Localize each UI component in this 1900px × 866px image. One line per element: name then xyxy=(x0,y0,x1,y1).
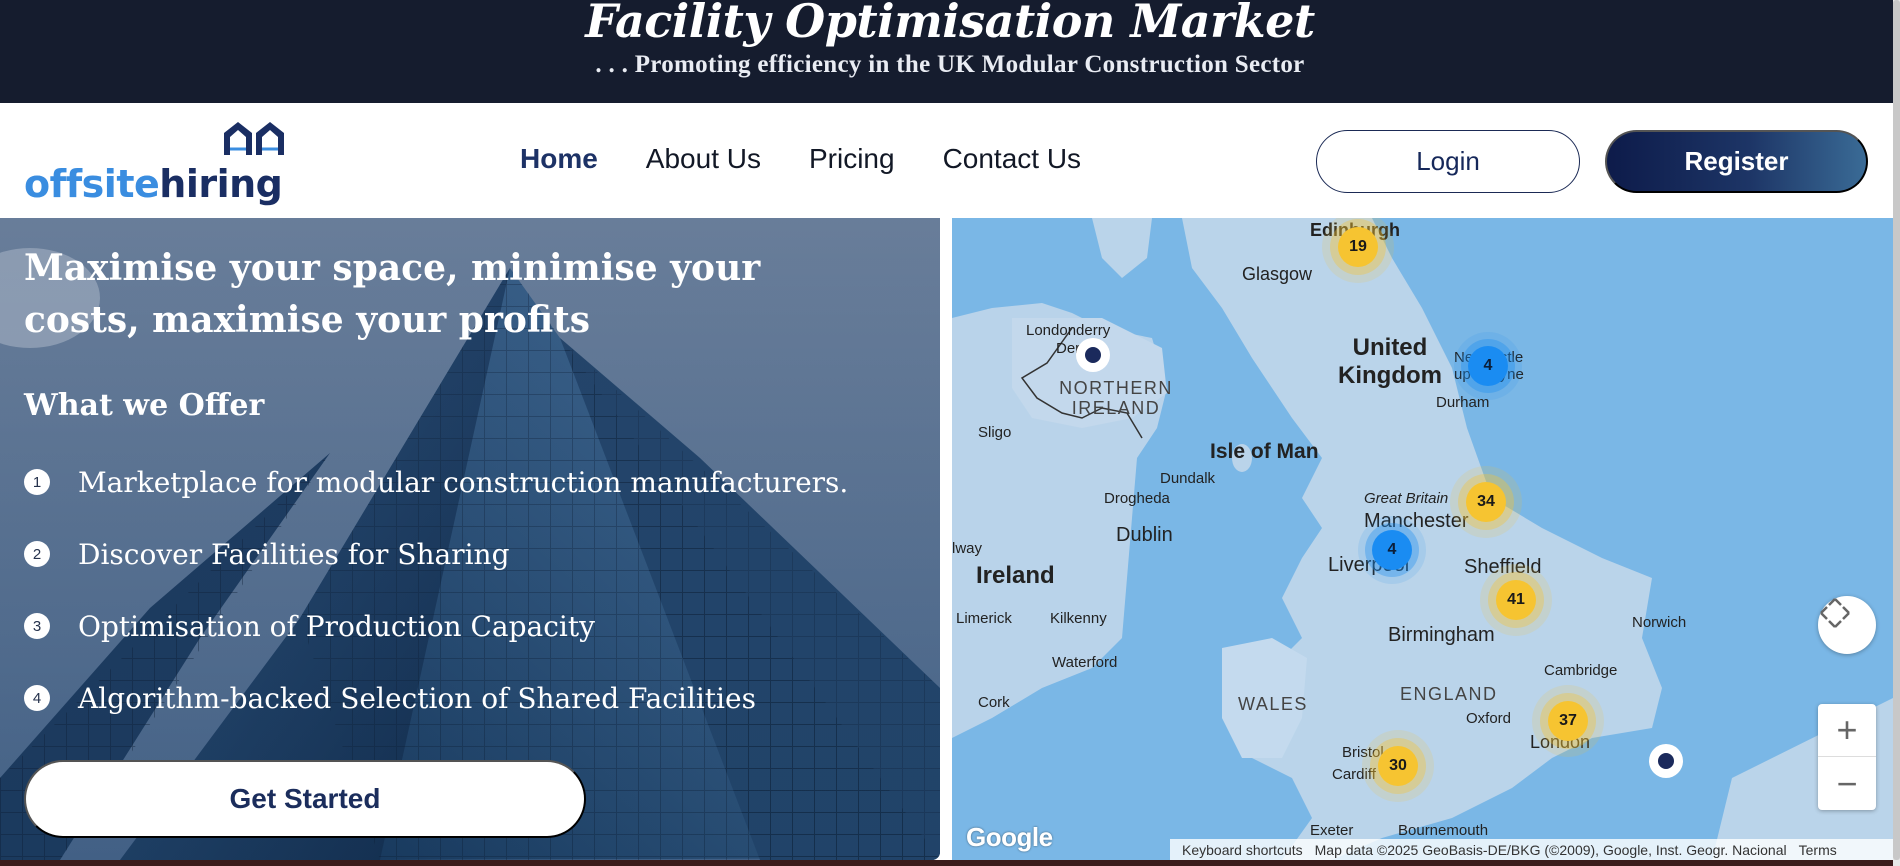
map-label-kilkenny: Kilkenny xyxy=(1050,610,1107,627)
google-logo: Google xyxy=(966,822,1053,852)
map-pan-control[interactable] xyxy=(1818,596,1876,654)
bottom-strip xyxy=(0,860,1893,866)
banner-subtitle: . . . Promoting efficiency in the UK Mod… xyxy=(595,51,1305,78)
offer-number-badge: 1 xyxy=(24,469,50,495)
offer-text: Optimisation of Production Capacity xyxy=(78,609,595,643)
nav-links: Home About Us Pricing Contact Us xyxy=(520,143,1129,175)
offer-item: 4 Algorithm-backed Selection of Shared F… xyxy=(24,678,756,718)
map-label-norwich: Norwich xyxy=(1632,614,1687,631)
keyboard-shortcuts-link[interactable]: Keyboard shortcuts xyxy=(1182,842,1303,858)
map-label-dublin: Dublin xyxy=(1116,524,1173,546)
map-label-wales: WALES xyxy=(1238,694,1308,714)
logo-wordmark: offsitehiring xyxy=(24,162,283,206)
offer-item: 3 Optimisation of Production Capacity xyxy=(24,606,595,646)
site-logo[interactable]: offsitehiring xyxy=(24,119,294,207)
map-label-cardiff: Cardiff xyxy=(1332,766,1376,783)
nav-link-home[interactable]: Home xyxy=(520,143,598,175)
map-label-bournemouth: Bournemouth xyxy=(1398,822,1489,839)
map-label-glasgow: Glasgow xyxy=(1242,264,1313,284)
map-label-londonderry: Londonderry xyxy=(1026,322,1111,339)
pan-arrows-icon xyxy=(1820,598,1850,628)
offer-item: 2 Discover Facilities for Sharing xyxy=(24,534,510,574)
map-label-cork: Cork xyxy=(978,694,1010,711)
offer-text: Algorithm-backed Selection of Shared Fac… xyxy=(78,681,756,715)
logo-part-offsite: offsite xyxy=(24,162,160,206)
offer-text: Discover Facilities for Sharing xyxy=(78,537,510,571)
map-label-durham: Durham xyxy=(1436,394,1490,411)
main-navbar: offsitehiring Home About Us Pricing Cont… xyxy=(0,103,1893,218)
map-label-oxford: Oxford xyxy=(1466,710,1512,727)
offer-number-badge: 2 xyxy=(24,541,50,567)
map-label-england: ENGLAND xyxy=(1400,684,1498,704)
map-label-exeter: Exeter xyxy=(1310,822,1354,839)
map-label-bristol: Bristol xyxy=(1342,744,1384,761)
map-zoom-control: + − xyxy=(1818,704,1876,810)
logo-part-hiring: hiring xyxy=(159,162,283,206)
top-banner: Facility Optimisation Market . . . Promo… xyxy=(0,0,1900,103)
map-location-pin[interactable] xyxy=(1076,338,1110,372)
nav-link-contact-us[interactable]: Contact Us xyxy=(943,143,1082,175)
banner-title: Facility Optimisation Market xyxy=(585,0,1315,48)
map-label-sheffield: Sheffield xyxy=(1464,556,1542,578)
houses-icon xyxy=(224,122,284,155)
hero-heading: Maximise your space, minimise your costs… xyxy=(24,247,761,341)
map-cluster-marker[interactable]: 34 xyxy=(1466,482,1506,522)
map-attribution-text: Map data ©2025 GeoBasis-DE/BKG (©2009), … xyxy=(1314,841,1787,858)
map-land-shapes xyxy=(952,218,1893,860)
map-label-galway-partial: lway xyxy=(952,540,983,557)
facility-map[interactable]: Edinburgh Glasgow Londonderry Derry NORT… xyxy=(952,218,1893,860)
offer-item: 1 Marketplace for modular construction m… xyxy=(24,462,848,502)
map-label-sligo: Sligo xyxy=(978,424,1012,441)
map-label-isle-of-man: Isle of Man xyxy=(1210,440,1319,463)
offer-text: Marketplace for modular construction man… xyxy=(78,465,849,499)
login-button[interactable]: Login xyxy=(1316,130,1580,193)
map-cluster-marker[interactable]: 30 xyxy=(1378,746,1418,786)
map-cluster-marker[interactable]: 4 xyxy=(1468,346,1508,386)
offer-number-badge: 4 xyxy=(24,685,50,711)
map-location-pin[interactable] xyxy=(1649,744,1683,778)
map-cluster-marker[interactable]: 4 xyxy=(1372,530,1412,570)
register-button[interactable]: Register xyxy=(1605,130,1868,193)
zoom-in-button[interactable]: + xyxy=(1818,704,1876,757)
what-we-offer-heading: What we Offer xyxy=(24,388,265,423)
map-label-birmingham: Birmingham xyxy=(1388,624,1495,646)
hero-section: Maximise your space, minimise your costs… xyxy=(0,218,940,860)
page-scrollbar-thumb[interactable] xyxy=(1893,0,1900,860)
map-label-dundalk: Dundalk xyxy=(1160,470,1216,487)
map-attribution-bar: Keyboard shortcuts Map data ©2025 GeoBas… xyxy=(1170,839,1893,860)
map-label-ireland: Ireland xyxy=(976,562,1055,589)
map-label-drogheda: Drogheda xyxy=(1104,490,1170,507)
map-label-manchester: Manchester xyxy=(1364,510,1469,532)
zoom-out-button[interactable]: − xyxy=(1818,757,1876,810)
nav-link-about-us[interactable]: About Us xyxy=(646,143,761,175)
map-label-united-kingdom: United Kingdom xyxy=(1338,334,1442,389)
nav-link-pricing[interactable]: Pricing xyxy=(809,143,895,175)
map-label-limerick: Limerick xyxy=(956,610,1012,627)
map-label-great-britain: Great Britain xyxy=(1364,490,1449,507)
map-label-northern-ireland: NORTHERN IRELAND xyxy=(1059,378,1173,418)
get-started-button[interactable]: Get Started xyxy=(24,760,586,838)
map-cluster-marker[interactable]: 37 xyxy=(1548,701,1588,741)
map-cluster-marker[interactable]: 19 xyxy=(1338,227,1378,267)
offer-number-badge: 3 xyxy=(24,613,50,639)
map-label-waterford: Waterford xyxy=(1052,654,1118,671)
map-label-cambridge: Cambridge xyxy=(1544,662,1618,679)
map-cluster-marker[interactable]: 41 xyxy=(1496,580,1536,620)
terms-link[interactable]: Terms xyxy=(1799,842,1837,858)
